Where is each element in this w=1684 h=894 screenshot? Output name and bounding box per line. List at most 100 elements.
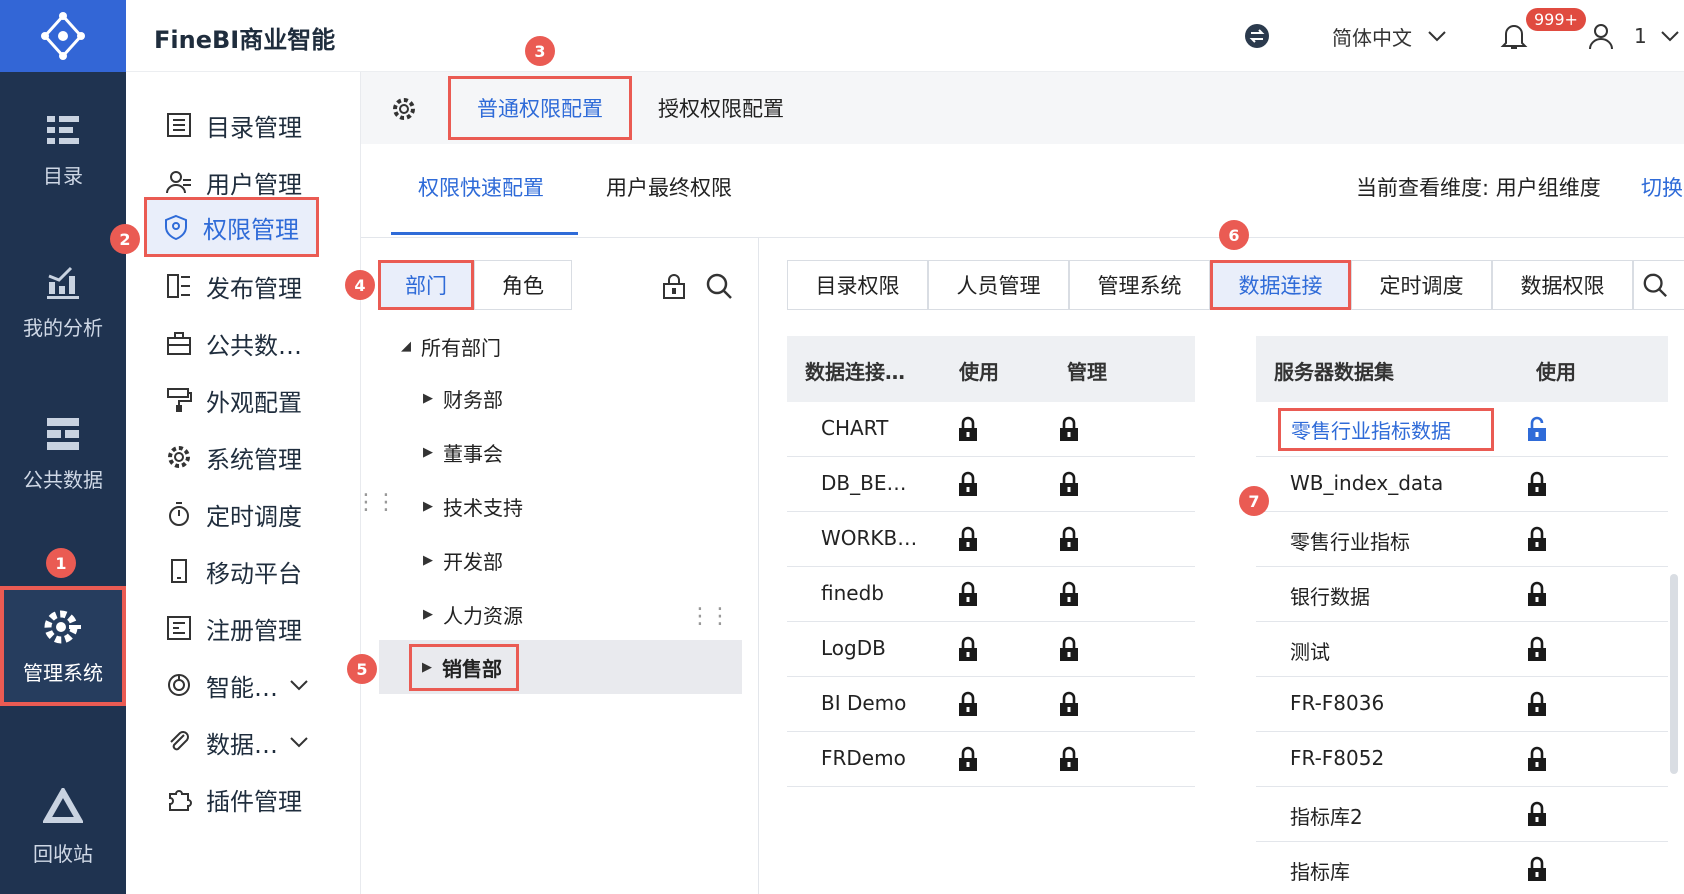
rail-item-recycle[interactable]: 回收站 bbox=[0, 760, 126, 894]
lock-icon[interactable] bbox=[1526, 746, 1548, 772]
lock-icon[interactable] bbox=[957, 526, 979, 552]
table-row[interactable]: 指标库2 bbox=[1256, 787, 1668, 842]
segment-role[interactable]: 角色 bbox=[474, 260, 572, 310]
menu-item-mobile-platform[interactable]: 移动平台 bbox=[144, 543, 344, 599]
lock-icon[interactable] bbox=[957, 636, 979, 662]
table-row[interactable]: FR-F8036 bbox=[1256, 677, 1668, 732]
tab-user-final-permission[interactable]: 用户最终权限 bbox=[606, 172, 732, 202]
tab-quick-config[interactable]: 权限快速配置 bbox=[418, 172, 544, 202]
table-row[interactable]: 测试 bbox=[1256, 622, 1668, 677]
batch-permission-icon[interactable] bbox=[661, 274, 687, 300]
table-row[interactable]: 零售行业指标数据 bbox=[1256, 402, 1668, 457]
menu-item-registration[interactable]: 注册管理 bbox=[144, 600, 344, 656]
menu-item-public-data[interactable]: 公共数… bbox=[144, 315, 344, 371]
lock-icon[interactable] bbox=[1058, 691, 1080, 717]
rail-item-public-data[interactable]: 公共数据 bbox=[0, 398, 126, 508]
search-icon[interactable] bbox=[705, 272, 733, 300]
menu-item-schedule[interactable]: 定时调度 bbox=[144, 486, 344, 542]
lock-icon[interactable] bbox=[1526, 636, 1548, 662]
table-row[interactable]: FRDemo bbox=[787, 732, 1195, 787]
menu-item-publish-management[interactable]: 发布管理 bbox=[144, 258, 344, 314]
category-search-button[interactable] bbox=[1633, 260, 1684, 310]
tab-normal-permission[interactable]: 普通权限配置 bbox=[448, 76, 632, 140]
pane-drag-handle[interactable]: ⋮⋮ bbox=[355, 490, 397, 515]
tree-node[interactable]: ▶ 开发部 bbox=[423, 546, 503, 575]
lock-icon[interactable] bbox=[1058, 746, 1080, 772]
selected-node-box: ▶ 销售部 bbox=[409, 643, 519, 691]
pane-drag-handle[interactable]: ⋮⋮ bbox=[689, 604, 731, 629]
segment-department[interactable]: 部门 bbox=[378, 260, 474, 310]
menu-item-appearance[interactable]: 外观配置 bbox=[144, 372, 344, 428]
rail-item-management-system[interactable]: 管理系统 bbox=[0, 586, 126, 706]
table-row[interactable]: 指标库 bbox=[1256, 842, 1668, 894]
register-icon bbox=[167, 616, 191, 640]
table-header: 数据连接… 使用 管理 bbox=[787, 336, 1195, 402]
lock-icon[interactable] bbox=[1526, 856, 1548, 882]
tree-label: 财务部 bbox=[443, 388, 503, 412]
tree-label: 人力资源 bbox=[443, 604, 523, 628]
lock-icon[interactable] bbox=[1526, 801, 1548, 827]
caret-right-icon: ▶ bbox=[423, 553, 433, 568]
menu-item-plugin-management[interactable]: 插件管理 bbox=[144, 771, 344, 827]
marker-7: 7 bbox=[1239, 486, 1269, 516]
lock-icon[interactable] bbox=[957, 471, 979, 497]
menu-item-catalog-management[interactable]: 目录管理 bbox=[144, 97, 344, 153]
lock-icon[interactable] bbox=[1526, 471, 1548, 497]
tree-root[interactable]: ◢ 所有部门 bbox=[401, 332, 501, 361]
tab-data-permission[interactable]: 数据权限 bbox=[1492, 260, 1633, 310]
table-row[interactable]: WB_index_data bbox=[1256, 457, 1668, 512]
menu-item-permission-management[interactable]: 权限管理 bbox=[144, 197, 319, 257]
lock-icon[interactable] bbox=[957, 746, 979, 772]
table-row[interactable]: WORKB… bbox=[787, 512, 1195, 567]
chevron-down-icon[interactable] bbox=[288, 731, 310, 753]
table-row[interactable]: BI Demo bbox=[787, 677, 1195, 732]
menu-item-data[interactable]: 数据… bbox=[144, 714, 344, 770]
table-row[interactable]: DB_BE… bbox=[787, 457, 1195, 512]
chevron-down-icon[interactable] bbox=[288, 674, 310, 696]
scrollbar[interactable] bbox=[1670, 574, 1678, 774]
switch-button[interactable] bbox=[1244, 0, 1270, 72]
tree-node[interactable]: ▶ 技术支持 bbox=[423, 492, 523, 521]
tree-node[interactable]: ▶ 董事会 bbox=[423, 438, 503, 467]
tab-catalog-permission[interactable]: 目录权限 bbox=[787, 260, 928, 310]
marker-1: 1 bbox=[46, 548, 76, 578]
tree-node-selected[interactable]: ▶ 销售部 bbox=[379, 640, 742, 694]
lock-icon[interactable] bbox=[1526, 691, 1548, 717]
table-row[interactable]: LogDB bbox=[787, 622, 1195, 677]
admin-menu: 目录管理 用户管理 权限管理 发布管理 公共数… 外观配置 系统管理 定时调度 … bbox=[110, 72, 361, 894]
lock-icon[interactable] bbox=[957, 581, 979, 607]
switch-dimension-link[interactable]: 切换 bbox=[1641, 172, 1683, 202]
lock-icon[interactable] bbox=[1058, 636, 1080, 662]
sub-tab-bar: 权限快速配置 用户最终权限 当前查看维度: 用户组维度 切换 bbox=[361, 144, 1684, 238]
user-menu[interactable]: 1 bbox=[1588, 0, 1681, 72]
lock-icon[interactable] bbox=[1526, 526, 1548, 552]
menu-item-system-management[interactable]: 系统管理 bbox=[144, 429, 344, 485]
language-select[interactable]: 简体中文 bbox=[1332, 0, 1448, 72]
unlock-icon[interactable] bbox=[1526, 416, 1548, 442]
rail-item-catalog[interactable]: 目录 bbox=[0, 94, 126, 204]
menu-item-smart[interactable]: 智能… bbox=[144, 657, 344, 713]
table-row[interactable]: 零售行业指标 bbox=[1256, 512, 1668, 567]
lock-icon[interactable] bbox=[1058, 471, 1080, 497]
table-row[interactable]: FR-F8052 bbox=[1256, 732, 1668, 787]
table-row[interactable]: finedb bbox=[787, 567, 1195, 622]
lock-icon[interactable] bbox=[1058, 581, 1080, 607]
lock-icon[interactable] bbox=[957, 691, 979, 717]
lock-icon[interactable] bbox=[957, 416, 979, 442]
tree-node[interactable]: ▶ 财务部 bbox=[423, 384, 503, 413]
tree-node[interactable]: ▶ 人力资源 bbox=[423, 600, 523, 629]
tab-management-system[interactable]: 管理系统 bbox=[1069, 260, 1210, 310]
notification-button[interactable] bbox=[1500, 0, 1528, 72]
tab-grant-permission[interactable]: 授权权限配置 bbox=[641, 76, 801, 140]
lock-icon[interactable] bbox=[1058, 526, 1080, 552]
tab-data-connection[interactable]: 数据连接 bbox=[1210, 260, 1351, 310]
tab-schedule[interactable]: 定时调度 bbox=[1351, 260, 1492, 310]
table-row[interactable]: CHART bbox=[787, 402, 1195, 457]
lock-icon[interactable] bbox=[1526, 581, 1548, 607]
rail-item-my-analysis[interactable]: 我的分析 bbox=[0, 246, 126, 356]
tab-people-management[interactable]: 人员管理 bbox=[928, 260, 1069, 310]
gear-icon[interactable] bbox=[391, 96, 417, 122]
app-logo[interactable] bbox=[0, 0, 126, 72]
table-row[interactable]: 银行数据 bbox=[1256, 567, 1668, 622]
lock-icon[interactable] bbox=[1058, 416, 1080, 442]
